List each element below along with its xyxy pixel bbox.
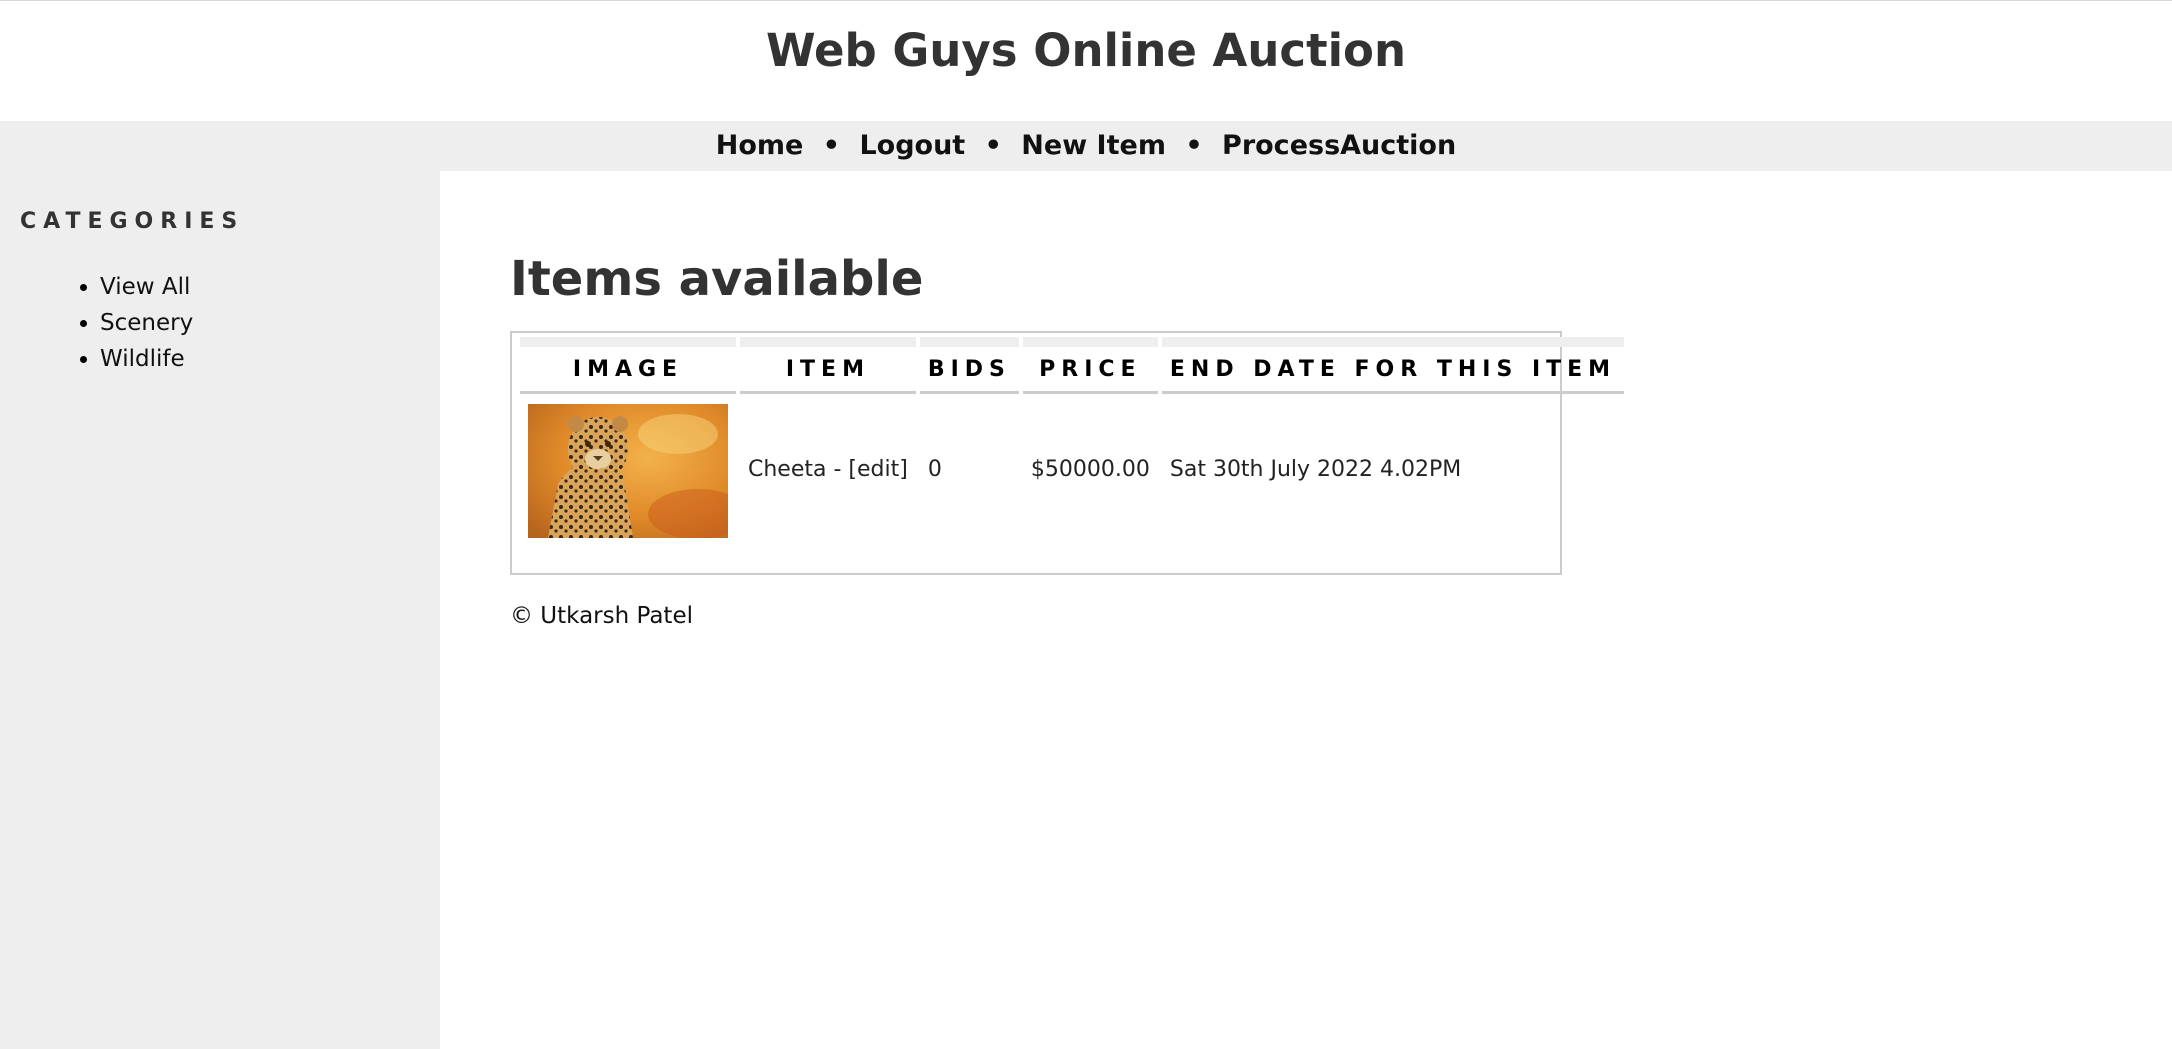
table-row: Cheeta - [edit] 0 $50000.00 Sat 30th Jul… <box>520 394 1624 544</box>
categories-list: View All Scenery Wildlife <box>0 269 193 377</box>
site-header: Web Guys Online Auction <box>0 1 2172 121</box>
main-content: Items available IMAGE ITEM BIDS PRICE EN… <box>440 171 2172 1049</box>
nav-separator: • <box>1185 130 1203 161</box>
category-link-scenery[interactable]: Scenery <box>100 310 193 336</box>
item-end-date-cell: Sat 30th July 2022 4.02PM <box>1169 456 1462 482</box>
item-bids-cell: 0 <box>927 456 942 482</box>
category-link-wildlife[interactable]: Wildlife <box>100 346 185 372</box>
category-link-view-all[interactable]: View All <box>100 274 190 300</box>
item-image-cell <box>520 394 736 544</box>
column-header-bids: BIDS <box>919 337 1019 394</box>
footer-copyright: © Utkarsh Patel <box>510 603 693 629</box>
category-item-scenery: Scenery <box>100 305 193 341</box>
column-header-image: IMAGE <box>520 337 736 394</box>
nav-home-link[interactable]: Home <box>716 130 804 161</box>
leopard-photo-icon[interactable] <box>528 404 728 538</box>
column-header-price: PRICE <box>1022 337 1158 394</box>
item-name-cell: Cheeta - [edit] <box>740 394 916 544</box>
item-price-cell: $50000.00 <box>1030 456 1150 482</box>
page: Web Guys Online Auction Home • Logout • … <box>0 0 2172 1049</box>
category-item-wildlife: Wildlife <box>100 341 193 377</box>
site-title: Web Guys Online Auction <box>766 24 1406 77</box>
table-header-row: IMAGE ITEM BIDS PRICE END DATE FOR THIS … <box>520 337 1625 394</box>
page-title: Items available <box>510 251 924 307</box>
column-header-end-date: END DATE FOR THIS ITEM <box>1161 337 1625 394</box>
edit-item-link[interactable]: [edit] <box>848 457 907 482</box>
column-header-item: ITEM <box>740 337 916 394</box>
item-name-separator: - <box>826 456 849 482</box>
nav-new-item-link[interactable]: New Item <box>1021 130 1166 161</box>
nav-logout-link[interactable]: Logout <box>859 130 965 161</box>
items-table-frame: IMAGE ITEM BIDS PRICE END DATE FOR THIS … <box>510 331 1625 575</box>
main-nav: Home • Logout • New Item • ProcessAuctio… <box>0 121 2172 171</box>
categories-sidebar: CATEGORIES View All Scenery Wildlife <box>0 171 440 1049</box>
categories-heading: CATEGORIES <box>20 209 245 234</box>
nav-separator: • <box>822 130 841 161</box>
nav-process-auction-link[interactable]: ProcessAuction <box>1222 130 1456 161</box>
item-name: Cheeta <box>748 456 827 482</box>
items-table: IMAGE ITEM BIDS PRICE END DATE FOR THIS … <box>516 337 1628 544</box>
nav-separator: • <box>984 130 1002 161</box>
category-item-view-all: View All <box>100 269 193 305</box>
